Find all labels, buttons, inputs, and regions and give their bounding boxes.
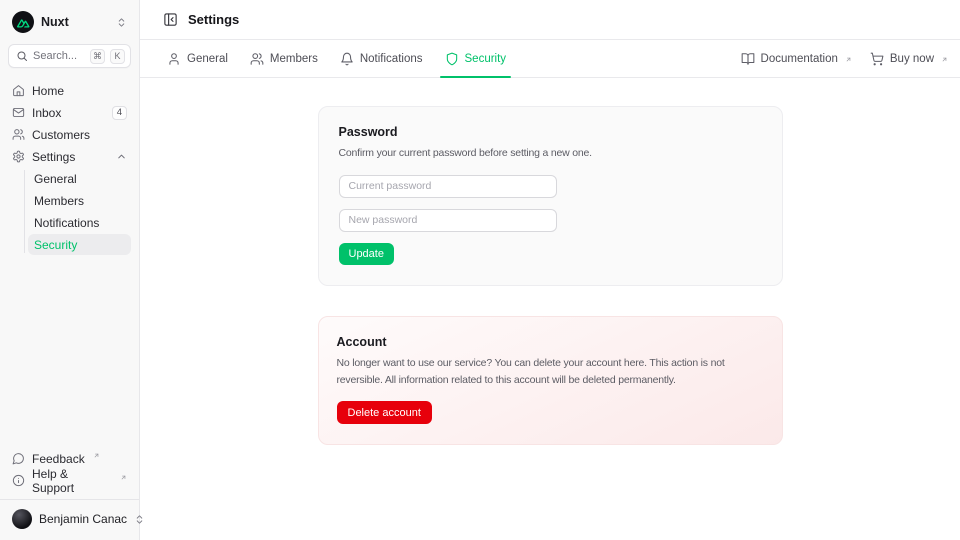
card-title: Account — [337, 335, 764, 349]
inbox-count-badge: 4 — [112, 106, 127, 120]
sidebar-item-settings[interactable]: Settings — [8, 146, 131, 167]
app-window: Nuxt Search... ⌘ K Home — [0, 0, 960, 540]
sidebar-item-customers[interactable]: Customers — [8, 124, 131, 145]
sidebar-footer-nav: Feedback Help & Support — [8, 448, 131, 491]
nuxt-logo-icon — [12, 11, 34, 33]
message-icon — [12, 452, 25, 465]
delete-account-button[interactable]: Delete account — [337, 401, 432, 424]
sidebar-item-security[interactable]: Security — [28, 234, 131, 255]
gear-icon — [12, 150, 25, 163]
card-description: No longer want to use our service? You c… — [337, 355, 764, 389]
sidebar-spacer — [8, 255, 131, 448]
sidebar-item-members[interactable]: Members — [28, 190, 131, 211]
tab-members[interactable]: Members — [248, 40, 320, 77]
new-password-field[interactable] — [339, 209, 557, 232]
sidebar-item-label: Feedback — [32, 452, 85, 466]
sidebar-item-general[interactable]: General — [28, 168, 131, 189]
sidebar-item-notifications[interactable]: Notifications — [28, 212, 131, 233]
chevron-up-icon — [116, 151, 127, 162]
team-switcher[interactable]: Nuxt — [8, 8, 131, 44]
shopping-cart-icon — [870, 52, 884, 66]
tab-bar: General Members Notifications Security — [140, 40, 960, 78]
action-label: Buy now — [890, 53, 934, 65]
search-placeholder: Search... — [33, 50, 85, 62]
users-icon — [250, 52, 264, 66]
account-card: Account No longer want to use our servic… — [318, 316, 783, 446]
action-label: Documentation — [761, 53, 838, 65]
current-password-field[interactable] — [339, 175, 557, 198]
sidebar-item-label: Home — [32, 84, 64, 98]
tab-general[interactable]: General — [165, 40, 230, 77]
user-menu[interactable]: Benjamin Canac — [8, 500, 131, 532]
sidebar-toggle-icon[interactable] — [163, 12, 178, 27]
sidebar-item-inbox[interactable]: Inbox 4 — [8, 102, 131, 123]
external-link-icon — [120, 474, 127, 481]
sidebar-item-label: Inbox — [32, 106, 61, 120]
sidebar-item-label: General — [34, 172, 77, 186]
inbox-icon — [12, 106, 25, 119]
sidebar-item-label: Help & Support — [32, 467, 112, 495]
sidebar-nav: Home Inbox 4 Customers Settings — [8, 80, 131, 255]
home-icon — [12, 84, 25, 97]
sidebar-item-label: Notifications — [34, 216, 99, 230]
settings-subnav: General Members Notifications Security — [20, 168, 131, 255]
page-title: Settings — [188, 12, 239, 27]
sidebar-item-label: Security — [34, 238, 77, 252]
tab-label: Security — [465, 53, 507, 65]
sidebar-item-label: Customers — [32, 128, 90, 142]
tab-label: Members — [270, 53, 318, 65]
tab-label: Notifications — [360, 53, 423, 65]
brand-name: Nuxt — [41, 15, 69, 29]
kbd-meta: ⌘ — [90, 49, 105, 64]
search-icon — [16, 50, 28, 62]
user-icon — [167, 52, 181, 66]
sidebar-item-home[interactable]: Home — [8, 80, 131, 101]
avatar — [12, 509, 32, 529]
card-description: Confirm your current password before set… — [339, 145, 762, 162]
page-header: Settings — [140, 0, 960, 40]
user-name: Benjamin Canac — [39, 512, 127, 526]
external-link-icon — [845, 56, 852, 63]
buy-now-link[interactable]: Buy now — [870, 52, 948, 66]
tab-notifications[interactable]: Notifications — [338, 40, 425, 77]
external-link-icon — [93, 452, 100, 459]
main-area: Settings General Members Notifications — [140, 0, 960, 540]
password-card: Password Confirm your current password b… — [318, 106, 783, 286]
sidebar-item-label: Members — [34, 194, 84, 208]
cards-column: Password Confirm your current password b… — [318, 106, 783, 445]
users-icon — [12, 128, 25, 141]
card-title: Password — [339, 125, 762, 139]
bell-icon — [340, 52, 354, 66]
kbd-k: K — [110, 49, 125, 64]
tab-label: General — [187, 53, 228, 65]
info-circle-icon — [12, 474, 25, 487]
update-button[interactable]: Update — [339, 243, 394, 265]
content-area: Password Confirm your current password b… — [140, 78, 960, 540]
sidebar: Nuxt Search... ⌘ K Home — [0, 0, 140, 540]
chevrons-up-down-icon — [116, 17, 127, 28]
tab-security[interactable]: Security — [443, 40, 509, 77]
sidebar-item-label: Settings — [32, 150, 75, 164]
tab-actions: Documentation Buy now — [741, 52, 948, 66]
search-input[interactable]: Search... ⌘ K — [8, 44, 131, 68]
documentation-link[interactable]: Documentation — [741, 52, 852, 66]
external-link-icon — [941, 56, 948, 63]
sidebar-item-help-support[interactable]: Help & Support — [8, 470, 131, 491]
book-open-icon — [741, 52, 755, 66]
shield-icon — [445, 52, 459, 66]
